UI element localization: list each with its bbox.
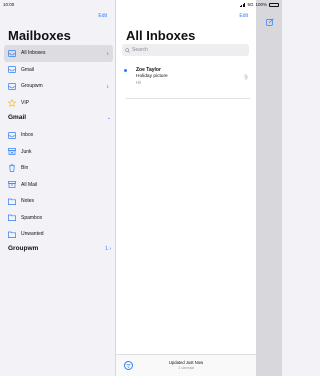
mailbox-label: Groupwm	[21, 83, 43, 90]
folder-icon	[8, 231, 16, 238]
status-bar: 10:00 5G 100%	[0, 0, 282, 9]
folder-label: Junk	[21, 148, 32, 155]
gmail-folder-list: Inbox Junk Bin All Mail Notes Spambox Un…	[4, 127, 113, 243]
message-list-title: All Inboxes	[126, 28, 196, 43]
message-subject: Holiday picture	[136, 74, 168, 79]
folder-bin[interactable]: Bin	[4, 160, 113, 177]
folder-icon	[8, 198, 16, 205]
groupwm-count-chevron[interactable]: 1 ›	[105, 246, 111, 252]
folder-icon	[8, 214, 16, 222]
folder-label: Inbox	[21, 132, 34, 139]
folder-junk[interactable]: Junk	[4, 144, 113, 161]
folder-inbox[interactable]: Inbox	[4, 127, 113, 144]
archive-icon	[8, 181, 16, 189]
trash-icon	[8, 164, 16, 172]
unread-dot-icon	[124, 69, 127, 72]
junk-icon	[8, 148, 16, 156]
network-type: 5G	[247, 2, 254, 7]
mailbox-list: All Inboxes 1 Gmail Groupwm 1 VIP	[4, 45, 113, 111]
message-row[interactable]: Zoe Taylor Holiday picture Hi!	[124, 66, 250, 99]
compose-icon[interactable]	[266, 13, 274, 31]
mailboxes-sidebar: Edit Mailboxes All Inboxes 1 Gmail Group…	[0, 0, 116, 376]
section-title: Groupwm	[8, 245, 39, 252]
battery-icon	[269, 2, 279, 7]
filter-icon[interactable]	[124, 361, 133, 370]
signal-icon	[239, 2, 246, 7]
message-list-toolbar: Updated Just Now 1 Unread	[116, 354, 256, 376]
mailbox-count: 1	[106, 83, 109, 89]
section-title: Gmail	[8, 114, 27, 121]
inbox-icon	[8, 66, 16, 74]
mailbox-count: 1	[106, 50, 109, 56]
folder-notes[interactable]: Notes	[4, 193, 113, 210]
message-preview: Hi!	[136, 80, 142, 85]
updated-status: Updated Just Now	[168, 360, 204, 365]
folder-label: All Mail	[21, 181, 38, 188]
star-icon	[8, 98, 16, 107]
groupwm-section-header[interactable]: Groupwm 1 ›	[8, 245, 111, 252]
inbox-icon	[8, 82, 16, 90]
folder-all-mail[interactable]: All Mail	[4, 177, 113, 194]
sidebar-title: Mailboxes	[8, 28, 71, 43]
unread-count: 1 Unread	[178, 366, 194, 370]
inbox-icon	[8, 131, 16, 139]
mailbox-gmail[interactable]: Gmail	[4, 62, 113, 79]
status-time: 10:00	[3, 2, 15, 7]
mailbox-vip[interactable]: VIP	[4, 95, 113, 112]
search-input[interactable]: Search	[122, 44, 249, 56]
gmail-section-header[interactable]: Gmail ⌄	[8, 114, 111, 121]
section-count: 1	[105, 245, 108, 252]
message-list-edit-button[interactable]: Edit	[239, 13, 248, 19]
folder-label: Bin	[21, 165, 29, 172]
message-list-pane: Edit All Inboxes Search Zoe Taylor Holid…	[116, 0, 256, 376]
message-detail-pane	[256, 0, 282, 376]
mailbox-label: VIP	[21, 99, 30, 106]
search-icon	[125, 47, 130, 53]
chevron-down-icon[interactable]: ⌄	[107, 115, 111, 121]
mailbox-label: Gmail	[21, 66, 35, 73]
paperclip-icon	[244, 74, 248, 82]
search-placeholder: Search	[132, 47, 148, 53]
status-indicators: 5G 100%	[239, 2, 279, 7]
mailbox-groupwm[interactable]: Groupwm 1	[4, 78, 113, 95]
folder-unwanted[interactable]: Unwanted	[4, 226, 113, 243]
mailbox-label: All Inboxes	[21, 50, 46, 57]
sidebar-edit-button[interactable]: Edit	[98, 13, 107, 19]
folder-label: Notes	[21, 198, 35, 205]
battery-percent: 100%	[255, 2, 267, 7]
folder-spambox[interactable]: Spambox	[4, 210, 113, 227]
chevron-right-icon: ›	[109, 245, 111, 252]
message-sender: Zoe Taylor	[136, 67, 161, 73]
inbox-icon	[8, 49, 16, 57]
mailbox-all-inboxes[interactable]: All Inboxes 1	[4, 45, 113, 62]
folder-label: Spambox	[21, 214, 43, 221]
folder-label: Unwanted	[21, 231, 44, 238]
